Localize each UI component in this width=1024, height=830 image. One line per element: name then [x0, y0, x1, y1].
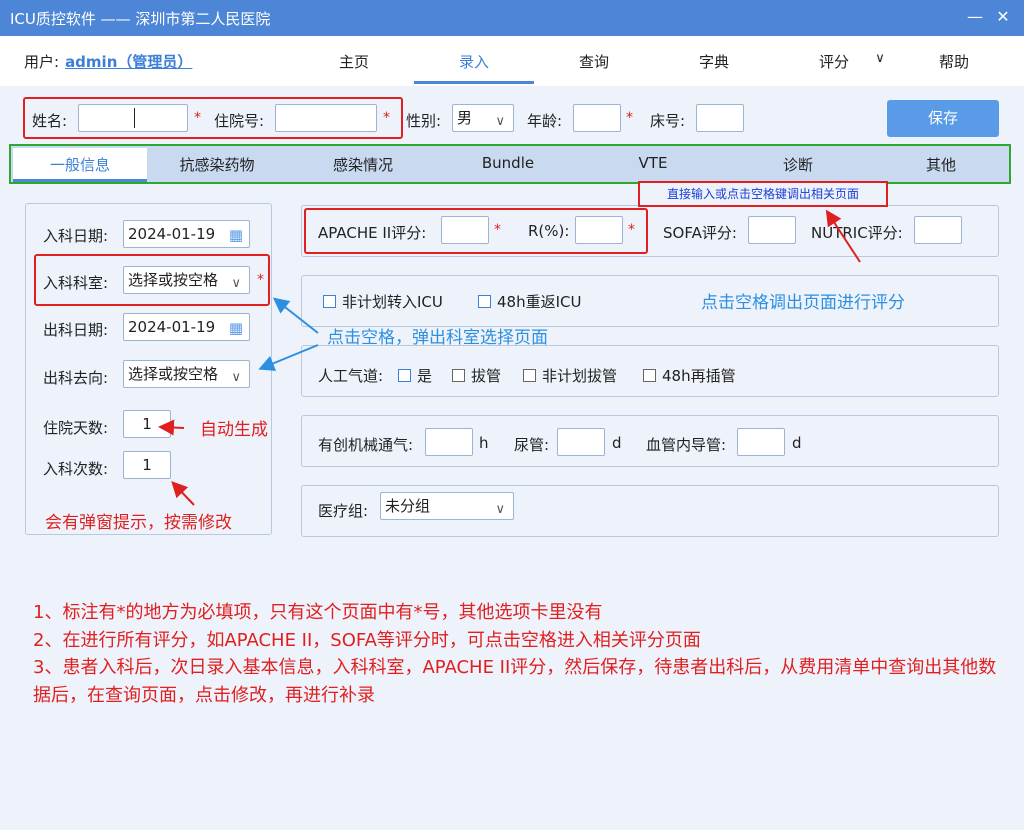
arrow-to-dept [272, 297, 319, 334]
note-1: 1、标注有*的地方为必填项，只有这个页面中有*号，其他选项卡里没有 [33, 602, 603, 623]
note-3: 3、患者入科后，次日录入基本信息，入科科室，APACHE II评分，然后保存，待… [33, 657, 997, 706]
arrow-to-destination [258, 344, 319, 371]
arrow-to-admit-count [171, 481, 195, 506]
note-2: 2、在进行所有评分，如APACHE II，SOFA等评分时，可点击空格进入相关评… [33, 630, 701, 651]
arrow-to-annotation [825, 209, 861, 263]
arrow-to-stay-days [158, 419, 185, 436]
